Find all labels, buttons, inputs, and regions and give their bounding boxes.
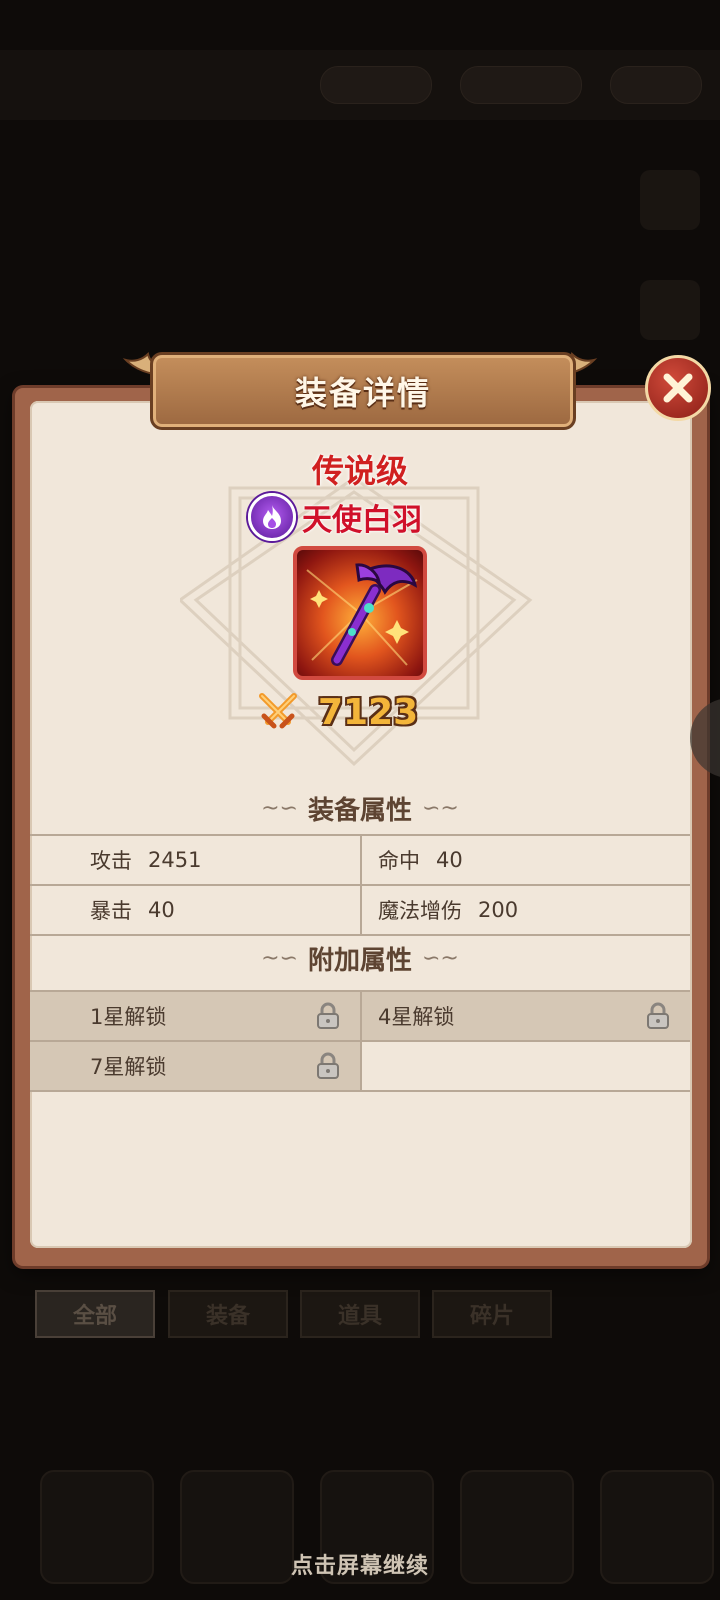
stats-row: 7星解锁 xyxy=(30,1042,690,1092)
stat-label: 暴击 xyxy=(90,899,132,923)
stats-row: 暴击 40 魔法增伤 200 xyxy=(30,886,690,936)
stat-label: 命中 xyxy=(378,849,420,873)
tab-items: 道具 xyxy=(300,1290,420,1338)
locked-stat-cell: 1星解锁 xyxy=(30,992,360,1040)
locked-stat-cell: 7星解锁 xyxy=(30,1042,360,1090)
stats-row: 攻击 2451 命中 40 xyxy=(30,834,690,886)
tab-all: 全部 xyxy=(35,1290,155,1338)
rarity-label: 传说级 xyxy=(311,452,408,490)
lock-icon xyxy=(647,1002,669,1029)
unlock-condition-label: 7星解锁 xyxy=(90,1055,167,1079)
base-attributes-heading: ~∽ 装备属性 ∽~ xyxy=(0,790,720,827)
lock-icon xyxy=(317,1002,339,1029)
background-resource-pill xyxy=(460,66,582,104)
extra-stats-table: 1星解锁 4星解锁 7星解锁 xyxy=(30,990,690,1092)
background-tab-bar: 全部 装备 道具 碎片 xyxy=(0,1290,720,1350)
lock-icon xyxy=(317,1052,339,1079)
stat-value: 200 xyxy=(478,898,519,922)
close-button[interactable] xyxy=(645,355,711,421)
tab-fragments: 碎片 xyxy=(432,1290,552,1338)
stat-label: 魔法增伤 xyxy=(378,899,462,923)
base-stats-table: 攻击 2451 命中 40 暴击 40 魔法增伤 200 xyxy=(30,834,690,936)
item-icon-frame xyxy=(293,546,427,680)
dialog-title: 装备详情 xyxy=(294,374,431,412)
background-resource-pill xyxy=(610,66,702,104)
unlock-condition-label: 1星解锁 xyxy=(90,1005,167,1029)
extra-attributes-title: 附加属性 xyxy=(307,946,412,976)
background-side-button xyxy=(640,170,700,230)
tab-equipment: 装备 xyxy=(168,1290,288,1338)
dark-scythe-weapon-icon xyxy=(306,563,418,666)
stat-cell: 攻击 2451 xyxy=(30,836,360,884)
stat-cell: 魔法增伤 200 xyxy=(360,886,690,934)
combat-power-value: 7123 xyxy=(318,691,419,733)
dialog-title-plate: 装备详情 xyxy=(150,352,576,430)
stat-value: 40 xyxy=(148,898,175,922)
item-name-row: 天使白羽 xyxy=(248,493,422,541)
close-icon xyxy=(663,373,693,403)
flame-element-icon xyxy=(248,493,296,541)
item-name: 天使白羽 xyxy=(302,503,422,538)
stat-cell: 命中 40 xyxy=(360,836,690,884)
tap-to-continue-hint: 点击屏幕继续 xyxy=(290,1554,429,1579)
base-attributes-title: 装备属性 xyxy=(307,796,412,826)
stat-label: 攻击 xyxy=(90,849,132,873)
extra-attributes-heading: ~∽ 附加属性 ∽~ xyxy=(0,940,720,977)
background-resource-pill xyxy=(320,66,432,104)
empty-stat-cell xyxy=(360,1042,690,1090)
background-side-button xyxy=(640,280,700,340)
stats-row: 1星解锁 4星解锁 xyxy=(30,990,690,1042)
stat-cell: 暴击 40 xyxy=(30,886,360,934)
combat-power-row: 7123 xyxy=(258,682,418,742)
locked-stat-cell: 4星解锁 xyxy=(360,992,690,1040)
unlock-condition-label: 4星解锁 xyxy=(378,1005,455,1029)
crossed-swords-icon xyxy=(259,693,297,729)
stat-value: 2451 xyxy=(148,848,202,872)
stat-value: 40 xyxy=(436,848,463,872)
